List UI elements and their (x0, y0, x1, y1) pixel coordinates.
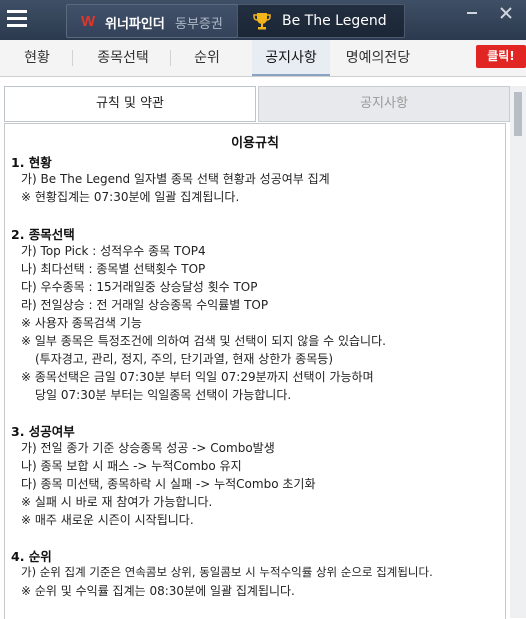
rule-line: ※ 순위 및 수익률 집계는 08:30분에 일괄 집계됩니다. (21, 584, 295, 598)
nav-hall-of-fame[interactable]: 명예의전당 (336, 40, 420, 76)
section-heading: 1. 현황 (11, 155, 52, 170)
nav-divider (170, 50, 171, 66)
scrollbar[interactable] (510, 86, 526, 618)
rules-document: 이용규칙 1. 현황 가) Be The Legend 일자별 종목 선택 현황… (4, 123, 506, 619)
click-button[interactable]: 클릭! (476, 45, 526, 68)
rule-line: 나) 종목 보합 시 패스 -> 누적Combo 유지 (21, 459, 242, 473)
app-title: Be The Legend (282, 13, 387, 29)
sub-tabs: 규칙 및 약관 공지사항 (0, 86, 526, 122)
section-heading: 2. 종목선택 (11, 227, 75, 242)
nav-notice[interactable]: 공지사항 (252, 40, 330, 76)
nav-ranking[interactable]: 순위 (176, 40, 238, 76)
trophy-icon (253, 13, 271, 30)
section-heading: 4. 순위 (11, 549, 52, 564)
close-icon[interactable] (497, 4, 515, 22)
brand-name: 위너파인더 (105, 17, 165, 32)
rule-line: 가) 전일 종가 기준 상승종목 성공 -> Combo발생 (21, 441, 275, 455)
rule-line: 가) Be The Legend 일자별 종목 선택 현황과 성공여부 집계 (21, 172, 330, 186)
rule-line: ※ 실패 시 바로 재 참여가 가능합니다. (21, 495, 213, 509)
rule-line: 당일 07:30분 부터는 익일종목 선택이 가능합니다. (35, 388, 292, 402)
section-heading: 3. 성공여부 (11, 424, 75, 439)
rule-line: ※ 현황집계는 07:30분에 일괄 집계됩니다. (21, 190, 240, 204)
scrollbar-thumb[interactable] (514, 92, 522, 136)
title-bar: W 위너파인더 동부증권 Be The Legend (0, 0, 526, 40)
rule-line: 가) Top Pick : 성적우수 종목 TOP4 (21, 244, 206, 258)
rule-line: ※ 일부 종목은 특정조건에 의하여 검색 및 선택이 되지 않을 수 있습니다… (21, 334, 386, 348)
rule-line: 나) 최다선택 : 종목별 선택횟수 TOP (21, 262, 206, 276)
rule-line: ※ 종목선택은 금일 07:30분 부터 익일 07:29분까지 선택이 가능하… (21, 370, 374, 384)
rule-line: ※ 매주 새로운 시즌이 시작됩니다. (21, 513, 194, 527)
nav-stock-select[interactable]: 종목선택 (82, 40, 164, 76)
rule-line: 다) 우수종목 : 15거래일중 상승달성 횟수 TOP (21, 280, 258, 294)
rule-line: 라) 전일상승 : 전 거래일 상승종목 수익률별 TOP (21, 298, 269, 312)
minimize-icon[interactable] (463, 4, 481, 22)
tab-notices[interactable]: 공지사항 (258, 86, 510, 122)
app-tab[interactable]: Be The Legend (237, 4, 405, 38)
rule-line: 다) 종목 미선택, 종목하락 시 실패 -> 누적Combo 초기화 (21, 477, 316, 491)
winnerfinder-logo-icon: W (81, 13, 96, 29)
rule-line: 가) 순위 집계 기준은 연속콤보 상위, 동일콤보 시 누적수익률 상위 순으… (21, 565, 433, 579)
rule-line: ※ 사용자 종목검색 기능 (21, 316, 142, 330)
brand-tab[interactable]: W 위너파인더 동부증권 (66, 4, 238, 38)
nav-divider (72, 50, 73, 66)
hamburger-menu-icon[interactable] (4, 6, 30, 32)
document-title: 이용규칙 (231, 136, 279, 151)
nav-status[interactable]: 현황 (6, 40, 68, 76)
rule-line: (투자경고, 관리, 정지, 주의, 단기과열, 현재 상한가 종목등) (35, 352, 334, 366)
brand-sub: 동부증권 (175, 17, 223, 32)
tab-rules-terms[interactable]: 규칙 및 약관 (4, 86, 256, 122)
svg-text:W: W (81, 13, 96, 29)
main-nav: 현황 종목선택 순위 공지사항 명예의전당 (0, 40, 526, 77)
